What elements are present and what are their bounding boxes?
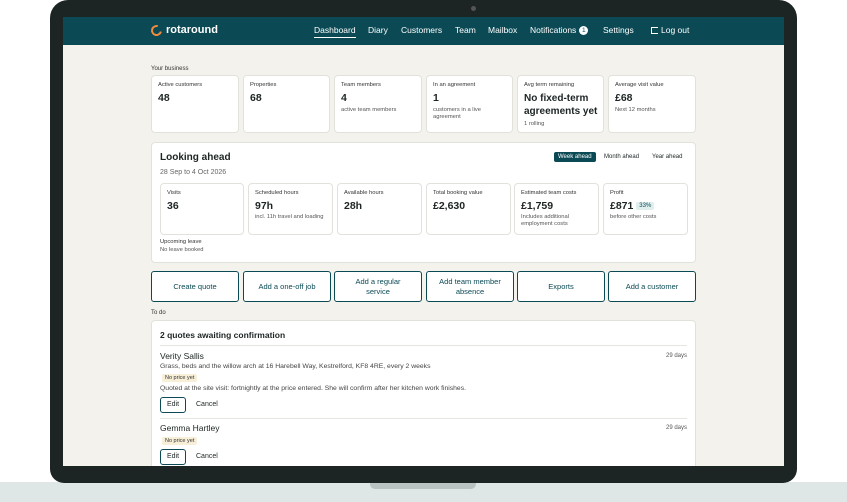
stat-sub: customers in a live agreement bbox=[433, 107, 482, 120]
edit-quote-button[interactable]: Edit bbox=[160, 449, 186, 465]
nav-customers[interactable]: Customers bbox=[401, 25, 442, 35]
business-section-label: Your business bbox=[151, 66, 189, 72]
cancel-quote-button[interactable]: Cancel bbox=[196, 453, 218, 460]
top-nav: rotaround Dashboard Diary Customers Team… bbox=[63, 17, 784, 45]
brand-name: rotaround bbox=[166, 24, 218, 36]
ahead-stat-total-booking-value: Total booking value £2,630 bbox=[426, 183, 511, 235]
stat-card-team-members: Team members 4 active team members bbox=[334, 75, 422, 133]
date-range: 28 Sep to 4 Oct 2026 bbox=[160, 169, 227, 176]
stat-label: Total booking value bbox=[433, 190, 483, 196]
stat-value: £871 33% bbox=[610, 200, 655, 213]
stat-value: 28h bbox=[344, 200, 363, 212]
nav-team[interactable]: Team bbox=[455, 25, 476, 35]
quote-customer-name: Gemma Hartley bbox=[160, 423, 220, 433]
add-team-member-absence-button[interactable]: Add team member absence bbox=[426, 271, 514, 302]
upcoming-leave-label: Upcoming leave bbox=[160, 239, 202, 245]
stat-value: 4 bbox=[341, 92, 347, 104]
quote-description: Grass, beds and the willow arch at 16 Ha… bbox=[160, 363, 431, 370]
brand-ring-icon bbox=[148, 22, 165, 38]
stat-card-avg-term: Avg term remaining No fixed-term agreeme… bbox=[517, 75, 604, 133]
quote-age: 29 days bbox=[665, 425, 687, 431]
looking-ahead-title: Looking ahead bbox=[160, 152, 231, 163]
stat-label: Visits bbox=[167, 190, 181, 196]
period-month-ahead[interactable]: Month ahead bbox=[600, 152, 643, 162]
stat-label: Average visit value bbox=[615, 82, 664, 88]
stat-label: Scheduled hours bbox=[255, 190, 299, 196]
cancel-quote-button[interactable]: Cancel bbox=[196, 401, 218, 408]
stat-sub: active team members bbox=[341, 107, 397, 113]
ahead-stat-visits: Visits 36 bbox=[160, 183, 244, 235]
stat-value: 97h bbox=[255, 200, 274, 212]
stat-value: No fixed-term agreements yet bbox=[524, 93, 598, 117]
ahead-stat-profit: Profit £871 33% before other costs bbox=[603, 183, 688, 235]
stat-label: Estimated team costs bbox=[521, 190, 577, 196]
no-price-badge: No price yet bbox=[162, 437, 198, 445]
nav-dashboard[interactable]: Dashboard bbox=[314, 25, 356, 38]
stat-label: Avg term remaining bbox=[524, 82, 575, 88]
quote-customer-name: Verity Sallis bbox=[160, 351, 204, 361]
add-regular-service-button[interactable]: Add a regular service bbox=[334, 271, 422, 302]
divider bbox=[160, 418, 687, 419]
stat-value: 68 bbox=[250, 92, 262, 104]
stat-value: £68 bbox=[615, 92, 633, 104]
profit-percent-badge: 33% bbox=[636, 202, 655, 210]
nav-settings[interactable]: Settings bbox=[603, 25, 634, 35]
stat-label: In an agreement bbox=[433, 82, 476, 88]
add-customer-button[interactable]: Add a customer bbox=[608, 271, 696, 302]
todo-heading: 2 quotes awaiting confirmation bbox=[160, 330, 286, 340]
stat-label: Available hours bbox=[344, 190, 384, 196]
divider bbox=[160, 345, 687, 346]
app-screen: rotaround Dashboard Diary Customers Team… bbox=[63, 17, 784, 466]
stat-value: 36 bbox=[167, 200, 179, 212]
stat-label: Profit bbox=[610, 190, 624, 196]
stat-value: £2,630 bbox=[433, 200, 466, 212]
stat-card-avg-visit-value: Average visit value £68 Next 12 months bbox=[608, 75, 696, 133]
period-year-ahead[interactable]: Year ahead bbox=[648, 152, 686, 162]
notifications-count-badge: 1 bbox=[579, 26, 589, 35]
stat-value: 48 bbox=[158, 92, 170, 104]
stat-sub: 1 rolling bbox=[524, 121, 545, 127]
stat-card-agreements: In an agreement 1 customers in a live ag… bbox=[426, 75, 513, 133]
stat-label: Active customers bbox=[158, 82, 203, 88]
stat-value: £1,759 bbox=[521, 200, 554, 212]
todo-section-label: To do bbox=[151, 310, 166, 316]
nav-mailbox[interactable]: Mailbox bbox=[488, 25, 517, 35]
brand-logo[interactable]: rotaround bbox=[148, 22, 218, 38]
stat-value: 1 bbox=[433, 92, 439, 104]
stat-sub: Next 12 months bbox=[615, 107, 656, 113]
ahead-stat-team-costs: Estimated team costs £1,759 Includes add… bbox=[514, 183, 599, 235]
add-one-off-job-button[interactable]: Add a one-off job bbox=[243, 271, 331, 302]
exports-button[interactable]: Exports bbox=[517, 271, 605, 302]
stat-label: Team members bbox=[341, 82, 381, 88]
stat-card-properties: Properties 68 bbox=[243, 75, 330, 133]
upcoming-leave-value: No leave booked bbox=[160, 247, 204, 253]
nav-logout[interactable]: Log out bbox=[651, 25, 689, 35]
profit-value: £871 bbox=[610, 200, 634, 212]
nav-notifications[interactable]: Notifications 1 bbox=[530, 25, 589, 35]
ahead-stat-available-hours: Available hours 28h bbox=[337, 183, 422, 235]
todo-panel: 2 quotes awaiting confirmation Verity Sa… bbox=[151, 320, 696, 466]
stat-sub: Includes additional employment costs bbox=[521, 214, 570, 227]
stat-sub: incl. 11h travel and loading bbox=[255, 214, 324, 220]
ahead-stat-scheduled-hours: Scheduled hours 97h incl. 11h travel and… bbox=[248, 183, 333, 235]
quote-note: Quoted at the site visit: fortnightly at… bbox=[160, 385, 467, 392]
laptop-notch bbox=[370, 482, 476, 489]
stat-sub: before other costs bbox=[610, 214, 657, 220]
create-quote-button[interactable]: Create quote bbox=[151, 271, 239, 302]
nav-logout-label: Log out bbox=[661, 25, 690, 35]
no-price-badge: No price yet bbox=[162, 374, 198, 382]
looking-ahead-panel: Looking ahead 28 Sep to 4 Oct 2026 Week … bbox=[151, 142, 696, 263]
camera-dot bbox=[471, 6, 476, 11]
nav-diary[interactable]: Diary bbox=[368, 25, 388, 35]
nav-notifications-label: Notifications bbox=[530, 25, 577, 35]
logout-icon bbox=[651, 27, 658, 34]
edit-quote-button[interactable]: Edit bbox=[160, 397, 186, 413]
period-week-ahead[interactable]: Week ahead bbox=[554, 152, 596, 162]
quote-age: 29 days bbox=[665, 353, 687, 359]
stat-card-active-customers: Active customers 48 bbox=[151, 75, 239, 133]
stat-label: Properties bbox=[250, 82, 277, 88]
